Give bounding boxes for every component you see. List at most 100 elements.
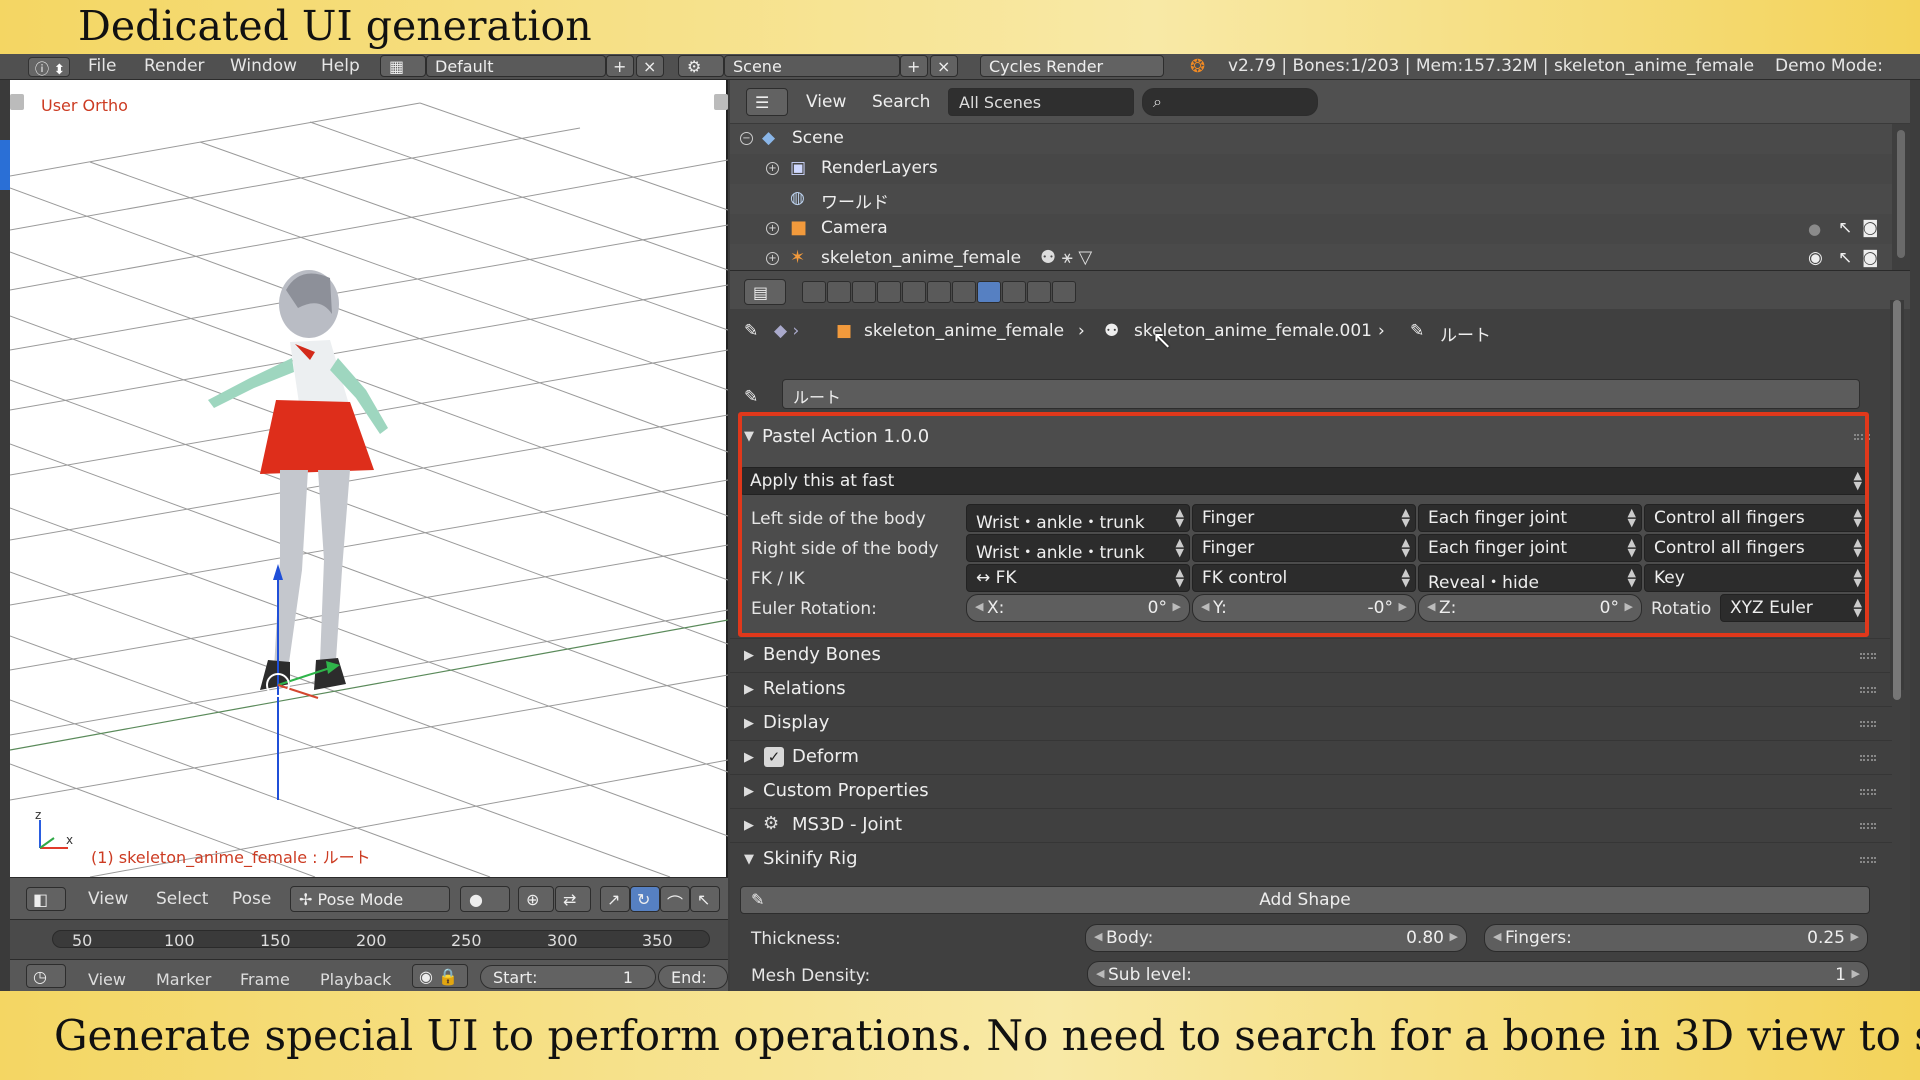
info-editor-icon[interactable]: ⓘ ⬍ <box>28 57 70 78</box>
render-tab-icon[interactable] <box>802 281 826 303</box>
keying-icon[interactable]: ◉ 🔒 <box>412 964 468 988</box>
body-thickness-field[interactable]: ◀ Body: 0.80 ▶ <box>1085 924 1467 952</box>
decrement-icon[interactable]: ◀ <box>1094 930 1102 943</box>
timeline-marker-menu[interactable]: Marker <box>156 970 211 989</box>
scale-icon[interactable]: ↖ <box>690 886 720 912</box>
decrement-icon[interactable]: ◀ <box>1096 967 1104 980</box>
render-icon[interactable]: ◙ <box>1862 248 1879 268</box>
panel-custom-properties[interactable]: ▶ Custom Properties <box>730 774 1892 808</box>
expand-triangle-icon[interactable]: ▶ <box>744 818 754 833</box>
outliner-editor-icon[interactable]: ☰ <box>746 88 788 116</box>
panel-skinify-rig[interactable]: ▼ Skinify Rig <box>730 842 1892 876</box>
drag-handle-icon[interactable] <box>1860 857 1876 863</box>
menu-window[interactable]: Window <box>230 56 297 76</box>
drag-handle-icon[interactable] <box>1860 653 1876 659</box>
increment-icon[interactable]: ▶ <box>1851 930 1859 943</box>
panel-relations[interactable]: ▶ Relations <box>730 672 1892 706</box>
end-frame-field[interactable]: End: <box>658 965 728 989</box>
drag-handle-icon[interactable] <box>1860 687 1876 693</box>
panel-deform[interactable]: ▶ ✓ Deform <box>730 740 1892 774</box>
expand-triangle-icon[interactable]: ▶ <box>744 750 754 765</box>
expand-icon[interactable]: + <box>766 162 779 175</box>
curve-icon[interactable]: ⌒ <box>660 886 690 912</box>
menu-help[interactable]: Help <box>321 56 360 76</box>
menu-render[interactable]: Render <box>144 56 205 76</box>
start-frame-field[interactable]: Start: 1 <box>480 965 656 989</box>
mode-select[interactable]: ✢ Pose Mode <box>290 886 450 912</box>
decrement-icon[interactable]: ◀ <box>1493 930 1501 943</box>
tree-row-scene[interactable]: − ◆ Scene <box>730 124 1892 154</box>
eye-icon[interactable]: ◉ <box>1808 248 1823 268</box>
object-tab-icon[interactable] <box>902 281 926 303</box>
render-icon[interactable]: ◙ <box>1862 218 1879 238</box>
3d-viewport[interactable]: User Ortho x z (1) skeleton_anime_female… <box>10 80 728 877</box>
expand-triangle-icon[interactable]: ▶ <box>744 784 754 799</box>
timeline-editor-icon[interactable]: ◷ <box>26 964 66 988</box>
render-layers-tab-icon[interactable] <box>827 281 851 303</box>
timeline-ruler[interactable]: 50 100 150 200 250 300 350 <box>10 919 728 959</box>
add-scene-icon[interactable]: + <box>900 55 928 77</box>
drag-handle-icon[interactable] <box>1860 789 1876 795</box>
tree-row-camera[interactable]: + ■ Camera ● ↖ ◙ <box>730 214 1892 244</box>
cursor-icon[interactable]: ↖ <box>1838 248 1852 268</box>
tree-row-renderlayers[interactable]: + ▣ RenderLayers <box>730 154 1892 184</box>
scene-field[interactable]: Scene <box>724 55 900 77</box>
display-mode-select[interactable]: All Scenes <box>948 88 1134 116</box>
drag-handle-icon[interactable] <box>1860 755 1876 761</box>
properties-toggle[interactable] <box>714 94 728 110</box>
expand-triangle-icon[interactable]: ▶ <box>744 682 754 697</box>
menu-select[interactable]: Select <box>156 889 208 909</box>
remove-scene-icon[interactable]: × <box>930 55 958 77</box>
sub-level-field[interactable]: ◀ Sub level: 1 ▶ <box>1087 961 1869 987</box>
outliner-search-input[interactable]: ⌕ <box>1142 88 1318 116</box>
translate-icon[interactable]: ↗ <box>600 886 630 912</box>
manipulator-icon[interactable]: ⇄ <box>555 886 591 912</box>
panel-display[interactable]: ▶ Display <box>730 706 1892 740</box>
menu-view-3d[interactable]: View <box>88 889 128 909</box>
physics-tab-icon[interactable] <box>1052 281 1076 303</box>
collapse-triangle-icon[interactable]: ▼ <box>744 852 754 867</box>
render-engine-select[interactable]: Cycles Render <box>980 55 1164 77</box>
constraints-tab-icon[interactable] <box>927 281 951 303</box>
tree-row-world[interactable]: ◍ ワールド <box>730 184 1892 214</box>
increment-icon[interactable]: ▶ <box>1450 930 1458 943</box>
menu-pose[interactable]: Pose <box>232 889 271 909</box>
editor-type-icon[interactable]: ◧ <box>26 887 66 911</box>
fingers-thickness-field[interactable]: ◀ Fingers: 0.25 ▶ <box>1484 924 1868 952</box>
armature-tab-icon[interactable] <box>952 281 976 303</box>
shading-select[interactable]: ● <box>460 886 510 912</box>
screen-layout-field[interactable]: Default <box>426 55 606 77</box>
texture-tab-icon[interactable] <box>1027 281 1051 303</box>
expand-triangle-icon[interactable]: ▶ <box>744 648 754 663</box>
rotate-icon[interactable]: ↻ <box>630 886 660 912</box>
outliner-view-menu[interactable]: View <box>806 92 846 112</box>
increment-icon[interactable]: ▶ <box>1852 967 1860 980</box>
properties-editor-icon[interactable]: ▤ <box>744 279 786 305</box>
character-model[interactable] <box>190 260 470 800</box>
panel-bendy-bones[interactable]: ▶ Bendy Bones <box>730 638 1892 672</box>
scene-icon[interactable]: ⚙ <box>678 55 724 77</box>
timeline-playback-menu[interactable]: Playback <box>320 970 391 989</box>
bone-constraints-tab-icon[interactable] <box>1002 281 1026 303</box>
outliner-search-menu[interactable]: Search <box>872 92 930 112</box>
expand-icon[interactable]: + <box>766 252 779 265</box>
timeline-view-menu[interactable]: View <box>88 970 126 989</box>
eye-icon[interactable]: ● <box>1808 220 1821 238</box>
scene-tab-icon[interactable] <box>852 281 876 303</box>
pivot-icon[interactable]: ⊕ <box>518 886 554 912</box>
properties-scrollbar[interactable] <box>1890 300 1904 700</box>
timeline-frame-menu[interactable]: Frame <box>240 970 290 989</box>
screen-layout-icon[interactable]: ▦ <box>380 55 426 77</box>
panel-ms3d-joint[interactable]: ▶ ⚙ MS3D - Joint <box>730 808 1892 842</box>
bone-name-field[interactable]: ルート <box>782 379 1860 409</box>
remove-layout-icon[interactable]: × <box>636 55 664 77</box>
add-shape-button[interactable]: ✎ Add Shape <box>740 886 1870 914</box>
outliner-scrollbar[interactable] <box>1892 124 1910 270</box>
cursor-icon[interactable]: ↖ <box>1838 218 1852 238</box>
toolshelf-toggle[interactable] <box>10 94 24 110</box>
bone-tab-icon[interactable] <box>977 281 1001 303</box>
pin-icon[interactable]: ✎ <box>744 321 758 341</box>
deform-checkbox[interactable]: ✓ <box>764 747 784 767</box>
drag-handle-icon[interactable] <box>1860 823 1876 829</box>
add-layout-icon[interactable]: + <box>606 55 634 77</box>
